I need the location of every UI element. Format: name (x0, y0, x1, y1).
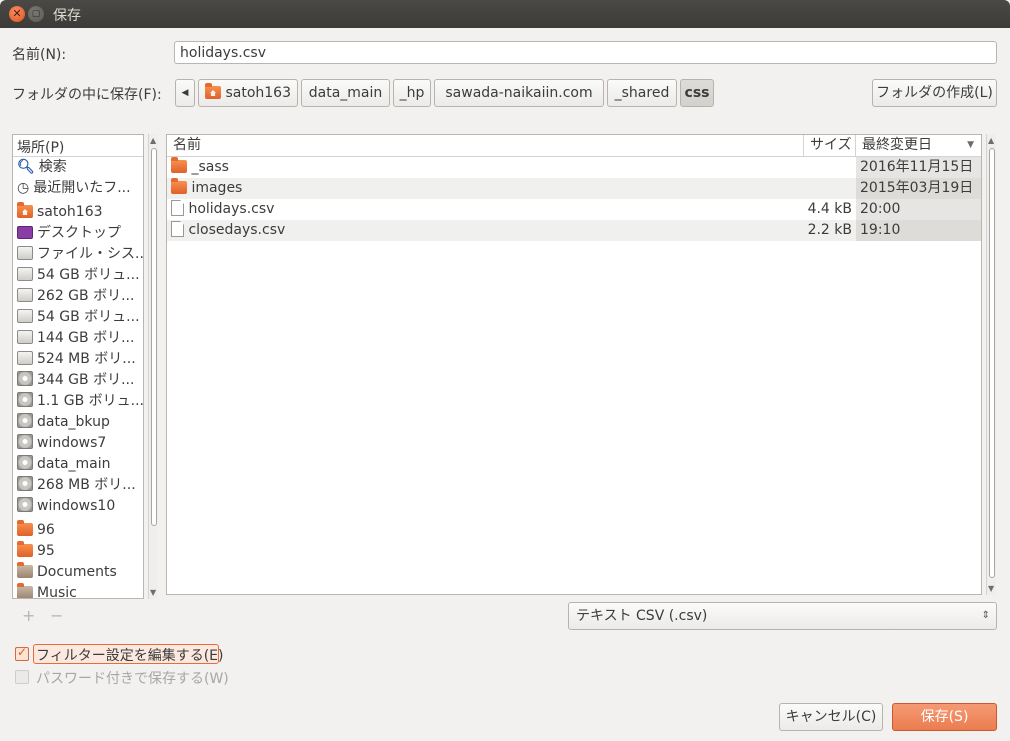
breadcrumb-data-main[interactable]: data_main (301, 79, 390, 107)
place-windows7[interactable]: windows7 (13, 433, 143, 454)
create-folder-button[interactable]: フォルダの作成(L) (872, 79, 997, 107)
disk-icon (17, 497, 33, 512)
disk-icon (17, 392, 33, 407)
cancel-button[interactable]: キャンセル(C) (779, 703, 883, 731)
save-button[interactable]: 保存(S) (892, 703, 997, 731)
file-row[interactable]: holidays.csv 4.4 kB 20:00 (167, 199, 981, 220)
place-data-main[interactable]: data_main (13, 454, 143, 475)
save-in-folder-label: フォルダの中に保存(F): (12, 87, 162, 103)
documents-folder-icon (17, 562, 33, 578)
recent-icon: ◷ (17, 180, 30, 196)
place-volume-54gb-b[interactable]: 54 GB ボリュ... (13, 307, 143, 328)
place-data-bkup[interactable]: data_bkup (13, 412, 143, 433)
scroll-down-icon[interactable]: ▼ (988, 584, 994, 593)
places-scroll-thumb[interactable] (151, 148, 157, 526)
column-size[interactable]: サイズ (804, 135, 856, 157)
breadcrumb-satoh163[interactable]: satoh163 (198, 79, 298, 107)
updown-arrows-icon: ⇕ (981, 610, 990, 621)
place-folder-96[interactable]: 96 (13, 520, 143, 541)
place-volume-262gb[interactable]: 262 GB ボリ... (13, 286, 143, 307)
folder-icon (171, 178, 187, 194)
title-bar: ✕ ▢ 保存 (0, 0, 1010, 28)
place-volume-1-1gb[interactable]: 1.1 GB ボリュ... (13, 391, 143, 412)
place-volume-524mb[interactable]: 524 MB ボリ... (13, 349, 143, 370)
places-header[interactable]: 場所(P) (13, 135, 143, 157)
file-row[interactable]: images 2015年03月19日 (167, 178, 981, 199)
desktop-icon (17, 226, 33, 239)
place-folder-95[interactable]: 95 (13, 541, 143, 562)
place-desktop[interactable]: デスクトップ (13, 223, 143, 244)
search-icon: 🔍︎ (17, 159, 35, 175)
place-volume-344gb[interactable]: 344 GB ボリ... (13, 370, 143, 391)
column-name[interactable]: 名前 (167, 135, 804, 157)
scroll-up-icon[interactable]: ▲ (988, 136, 994, 145)
breadcrumb-css[interactable]: css (680, 79, 714, 107)
place-search[interactable]: 🔍︎ 検索 (13, 157, 143, 178)
disk-icon (17, 371, 33, 386)
file-row[interactable]: _sass 2016年11月15日 (167, 157, 981, 178)
disk-icon (17, 413, 33, 428)
breadcrumb-hp[interactable]: _hp (393, 79, 431, 107)
file-list: 名前 サイズ 最終変更日 ▼ _sass 2016年11月15日 images … (166, 134, 982, 595)
file-icon (171, 221, 184, 237)
place-volume-54gb-a[interactable]: 54 GB ボリュ... (13, 265, 143, 286)
remove-place-button[interactable]: − (50, 606, 63, 625)
breadcrumb-sawada-naikaiin[interactable]: sawada-naikaiin.com (434, 79, 604, 107)
disk-icon (17, 434, 33, 449)
place-windows10[interactable]: windows10 (13, 496, 143, 517)
places-panel: 場所(P) 🔍︎ 検索 ◷ 最近開いたフ... satoh163 デスクトップ ファ… (12, 134, 144, 599)
place-home[interactable]: satoh163 (13, 202, 143, 223)
name-label: 名前(N): (12, 47, 67, 63)
folder-icon (17, 541, 33, 557)
checkmark-icon: ✓ (17, 645, 28, 659)
disk-icon (17, 455, 33, 470)
file-row[interactable]: closedays.csv 2.2 kB 19:10 (167, 220, 981, 241)
file-list-scroll-thumb[interactable] (989, 148, 995, 578)
drive-icon (17, 330, 33, 344)
file-type-filter-select[interactable]: テキスト CSV (.csv) ⇕ (568, 602, 997, 630)
password-checkbox (15, 670, 29, 684)
close-icon[interactable]: ✕ (9, 6, 25, 22)
breadcrumb-back-button[interactable]: ◀ (175, 79, 195, 107)
maximize-icon[interactable]: ▢ (28, 6, 44, 22)
file-list-header: 名前 サイズ 最終変更日 ▼ (167, 135, 981, 157)
file-list-scrollbar[interactable]: ▲ ▼ (986, 134, 996, 595)
usb-drive-icon (17, 351, 33, 365)
home-folder-icon (205, 83, 221, 99)
scroll-down-icon[interactable]: ▼ (150, 588, 156, 597)
place-music[interactable]: Music (13, 583, 143, 598)
column-modified[interactable]: 最終変更日 ▼ (856, 135, 981, 157)
home-folder-icon (17, 202, 33, 218)
password-label: パスワード付きで保存する(W) (36, 671, 229, 687)
sort-desc-icon: ▼ (967, 140, 974, 150)
edit-filter-checkbox[interactable]: ✓ (15, 645, 29, 661)
folder-icon (17, 520, 33, 536)
edit-filter-label[interactable]: フィルター設定を編集する(E) (36, 645, 224, 665)
drive-icon (17, 267, 33, 281)
place-documents[interactable]: Documents (13, 562, 143, 583)
file-icon (171, 200, 184, 216)
place-recent[interactable]: ◷ 最近開いたフ... (13, 178, 143, 199)
scroll-up-icon[interactable]: ▲ (150, 136, 156, 145)
place-filesystem[interactable]: ファイル・シス... (13, 244, 143, 265)
drive-icon (17, 288, 33, 302)
filesystem-icon (17, 246, 33, 260)
folder-icon (171, 157, 187, 173)
disk-icon (17, 476, 33, 491)
breadcrumb-shared[interactable]: _shared (607, 79, 677, 107)
filename-input[interactable] (174, 41, 997, 64)
window-title: 保存 (53, 8, 81, 24)
drive-icon (17, 309, 33, 323)
music-folder-icon (17, 583, 33, 598)
places-scrollbar[interactable]: ▲ ▼ (148, 134, 158, 599)
place-volume-268mb[interactable]: 268 MB ボリ... (13, 475, 143, 496)
add-place-button[interactable]: + (22, 606, 35, 625)
place-volume-144gb[interactable]: 144 GB ボリ... (13, 328, 143, 349)
